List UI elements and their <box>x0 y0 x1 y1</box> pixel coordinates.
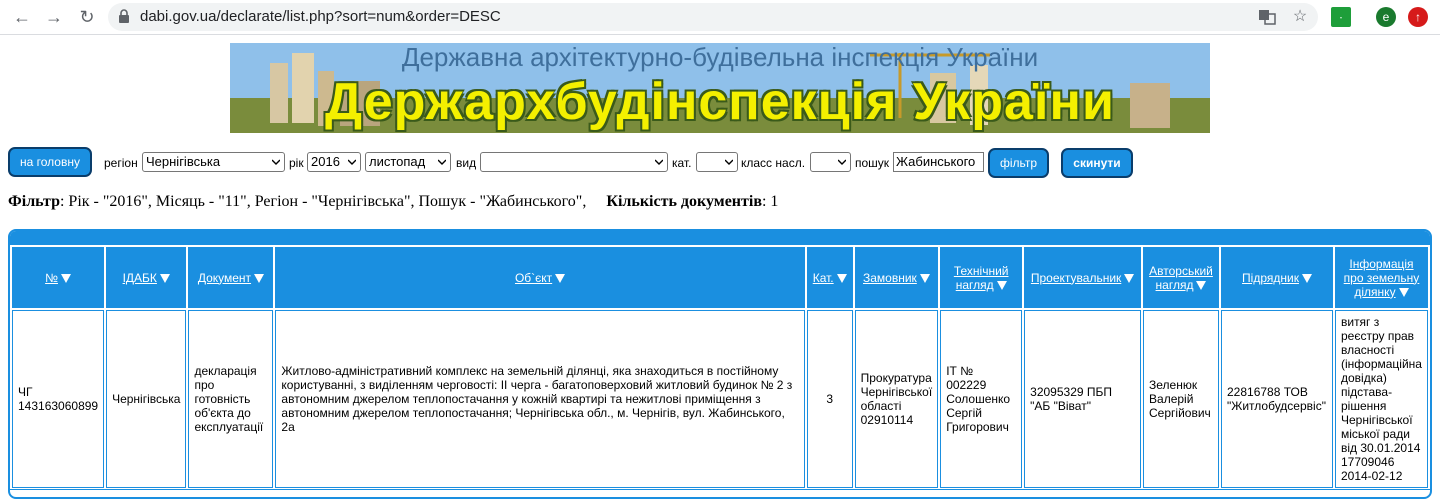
class-label: класс насл. <box>741 156 806 170</box>
chevron-down-icon <box>348 159 356 165</box>
col-header-land-info[interactable]: Інформація про земельну ділянку <box>1334 247 1428 308</box>
address-bar[interactable]: dabi.gov.ua/declarate/list.php?sort=num&… <box>108 3 1318 31</box>
site-banner: Державна архітектурно-будівельна інспекц… <box>230 43 1210 133</box>
sort-triangle-icon[interactable] <box>919 273 930 283</box>
col-header-designer[interactable]: Проектувальник <box>1024 247 1142 308</box>
profile-avatar-icon[interactable]: e <box>1376 7 1396 27</box>
col-header-num[interactable]: № <box>12 247 105 308</box>
document-count-label: Кількість документів <box>606 193 762 210</box>
sort-link[interactable]: Проектувальник <box>1031 271 1121 285</box>
chevron-down-icon <box>725 159 733 165</box>
category-select[interactable] <box>696 152 738 172</box>
extension-privatbank-icon[interactable]: ∙ <box>1331 7 1351 27</box>
cell-land-info: витяг з реєстру прав власності (інформац… <box>1334 310 1428 488</box>
back-icon[interactable]: ← <box>10 6 34 28</box>
region-select[interactable]: Чернігівська <box>142 152 285 172</box>
banner-title: Держархбудінспекція України <box>325 73 1115 131</box>
sort-link[interactable]: Замовник <box>863 271 917 285</box>
banner-subtitle: Державна архітектурно-будівельна інспекц… <box>401 43 1039 72</box>
sort-link[interactable]: Кат. <box>813 271 834 285</box>
declarations-table: № ІДАБК Документ Об`єкт Кат. Замовник Те… <box>10 245 1430 490</box>
month-select-value: листопад <box>369 154 426 169</box>
region-select-value: Чернігівська <box>146 154 221 169</box>
forward-icon[interactable]: → <box>42 6 66 28</box>
col-header-tech-supervision[interactable]: Технічний нагляд <box>940 247 1023 308</box>
cell-customer: Прокуратура Чернігівської області 029101… <box>854 310 939 488</box>
region-label: регіон <box>104 156 138 170</box>
sort-triangle-icon[interactable] <box>1196 280 1207 290</box>
sort-triangle-icon[interactable] <box>996 280 1007 290</box>
search-input[interactable]: Жабинського <box>893 152 984 172</box>
col-header-idabk[interactable]: ІДАБК <box>106 247 187 308</box>
year-select[interactable]: 2016 <box>307 152 361 172</box>
col-header-document[interactable]: Документ <box>188 247 274 308</box>
col-header-contractor[interactable]: Підрядник <box>1221 247 1333 308</box>
col-header-author-supervision[interactable]: Авторський нагляд <box>1143 247 1219 308</box>
search-label: пошук <box>855 156 890 170</box>
sort-triangle-icon[interactable] <box>254 273 265 283</box>
filter-summary: Фільтр: Рік - "2016", Місяць - "11", Рег… <box>8 193 778 211</box>
filter-button[interactable]: фільтр <box>988 148 1049 178</box>
col-header-object[interactable]: Об`єкт <box>275 247 805 308</box>
cell-object: Житлово-адміністративний комплекс на зем… <box>275 310 805 488</box>
sort-triangle-icon[interactable] <box>836 273 847 283</box>
chevron-down-icon <box>438 159 446 165</box>
type-select[interactable] <box>480 152 668 172</box>
sort-link[interactable]: Об`єкт <box>515 271 552 285</box>
star-icon[interactable]: ☆ <box>1291 8 1309 26</box>
cell-idabk: Чернігівська <box>106 310 187 488</box>
home-button[interactable]: на головну <box>8 147 92 177</box>
filter-summary-label: Фільтр <box>8 193 60 210</box>
table-header-row: № ІДАБК Документ Об`єкт Кат. Замовник Те… <box>12 247 1428 308</box>
month-select[interactable]: листопад <box>365 152 451 172</box>
chevron-down-icon <box>655 159 663 165</box>
reset-button[interactable]: скинути <box>1061 148 1133 178</box>
sort-triangle-icon[interactable] <box>1398 287 1409 297</box>
cell-num: ЧГ 143163060899 <box>12 310 105 488</box>
sort-triangle-icon[interactable] <box>555 273 566 283</box>
sort-triangle-icon[interactable] <box>60 273 71 283</box>
cell-author-supervision: Зеленюк Валерій Сергійович <box>1143 310 1219 488</box>
declarations-table-container: № ІДАБК Документ Об`єкт Кат. Замовник Те… <box>8 229 1432 499</box>
class-select[interactable] <box>810 152 851 172</box>
translate-icon[interactable] <box>1258 8 1276 26</box>
category-label: кат. <box>672 156 692 170</box>
sort-link[interactable]: Підрядник <box>1242 271 1299 285</box>
year-label: рік <box>289 156 304 170</box>
cell-contractor: 22816788 ТОВ "Житлобудсервіс" <box>1221 310 1333 488</box>
sort-link[interactable]: Документ <box>198 271 251 285</box>
table-bottom-strip <box>10 489 1430 497</box>
cell-document: декларація про готовність об'єкта до екс… <box>188 310 274 488</box>
filter-summary-text: : Рік - "2016", Місяць - "11", Регіон - … <box>59 193 587 210</box>
url-text: dabi.gov.ua/declarate/list.php?sort=num&… <box>140 8 501 25</box>
col-header-customer[interactable]: Замовник <box>854 247 939 308</box>
type-label: вид <box>456 156 477 170</box>
chevron-down-icon <box>838 159 846 165</box>
browser-toolbar: ← → ↻ dabi.gov.ua/declarate/list.php?sor… <box>0 0 1440 35</box>
col-header-category[interactable]: Кат. <box>806 247 853 308</box>
table-row: ЧГ 143163060899 Чернігівська декларація … <box>12 310 1428 488</box>
sort-triangle-icon[interactable] <box>159 273 170 283</box>
lock-icon <box>119 9 129 23</box>
extension-upload-icon[interactable]: ↑ <box>1408 7 1428 27</box>
table-top-bar <box>10 231 1430 245</box>
sort-triangle-icon[interactable] <box>1124 273 1135 283</box>
cell-category: 3 <box>806 310 853 488</box>
document-count-value: : 1 <box>761 193 779 210</box>
reload-icon[interactable]: ↻ <box>75 6 99 28</box>
sort-link[interactable]: № <box>45 271 58 285</box>
year-select-value: 2016 <box>311 154 340 169</box>
cell-tech-supervision: ІТ № 002229 Солошенко Сергій Григорович <box>940 310 1023 488</box>
sort-link[interactable]: ІДАБК <box>123 271 157 285</box>
sort-triangle-icon[interactable] <box>1301 273 1312 283</box>
cell-designer: 32095329 ПБП "АБ "Віват" <box>1024 310 1142 488</box>
chevron-down-icon <box>272 159 280 165</box>
